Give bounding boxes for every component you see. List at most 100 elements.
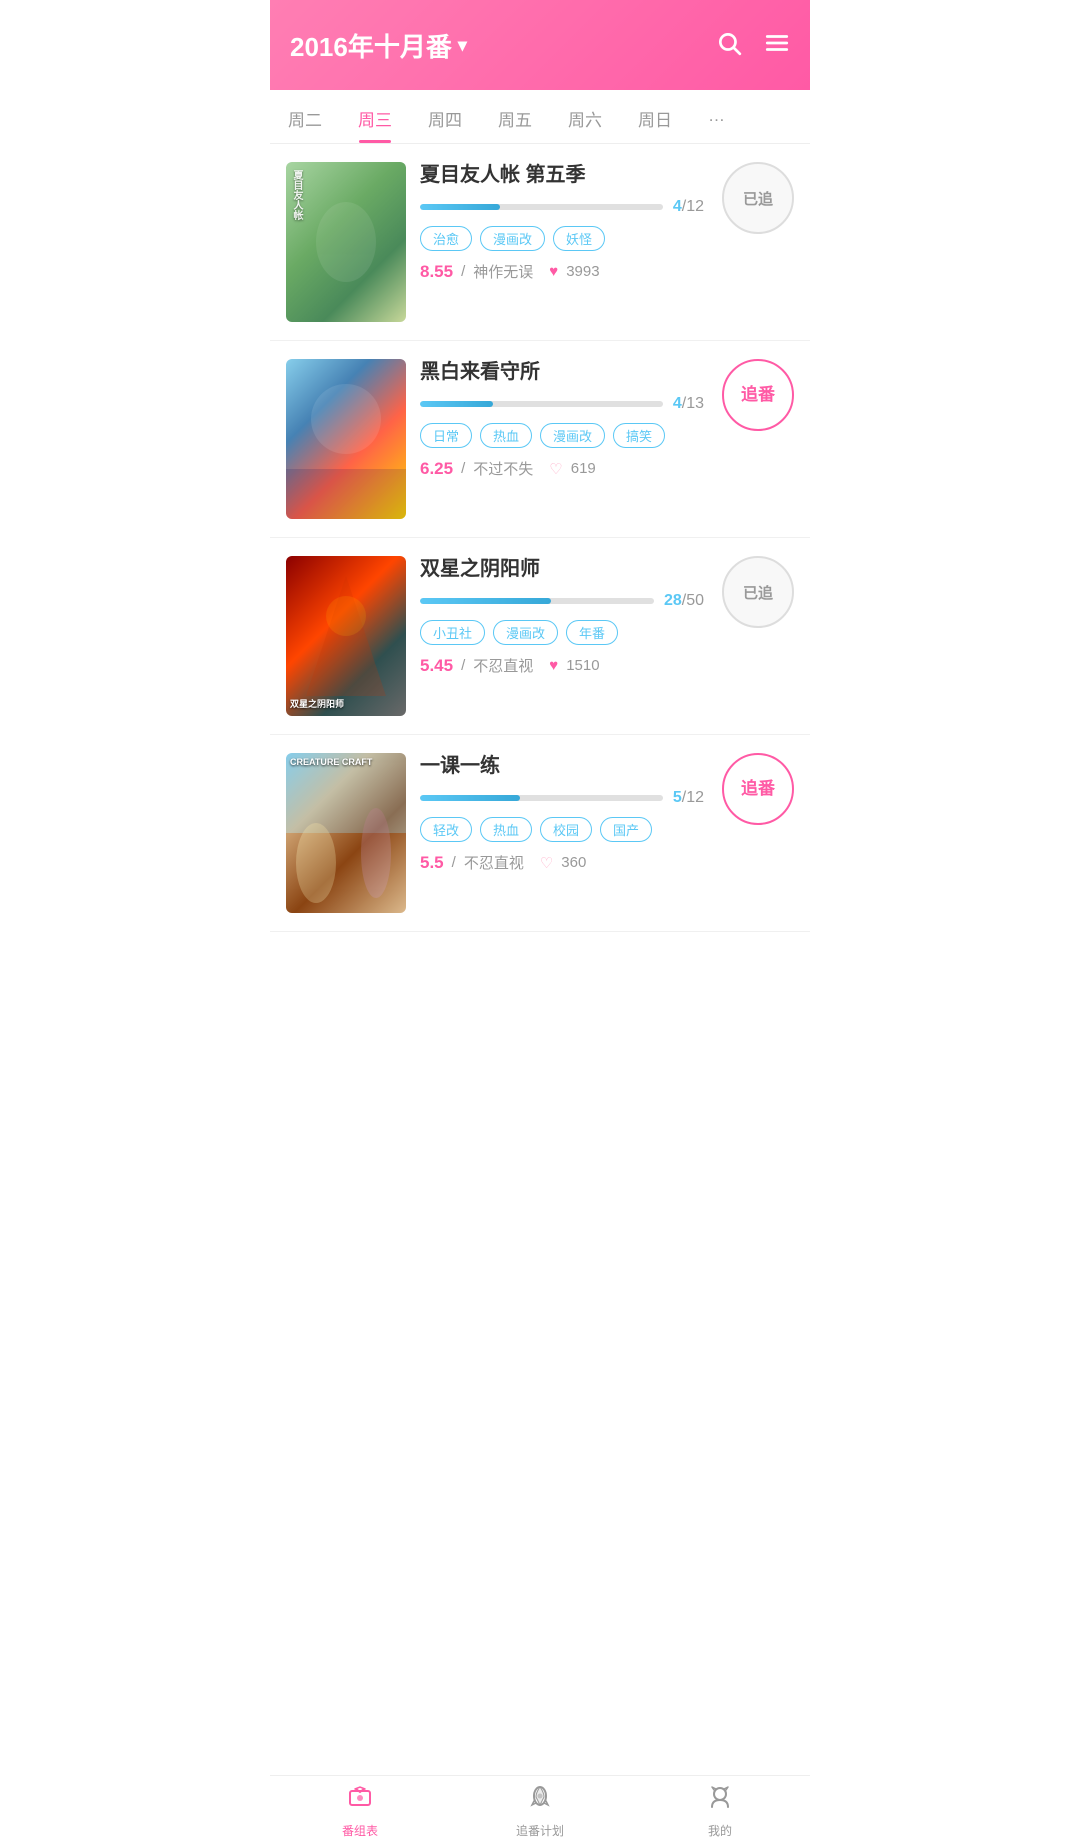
day-tabs: 周二 周三 周四 周五 周六 周日 … xyxy=(270,90,810,144)
progress-bar-fill-3 xyxy=(420,598,551,604)
rating-row-3: 5.45 / 不忍直视 ♥ 1510 xyxy=(420,655,704,676)
tag-1-1[interactable]: 治愈 xyxy=(420,226,472,251)
anime-action-1: 已追 xyxy=(722,162,794,234)
anime-info-2: 黑白来看守所 4/13 日常 热血 漫画改 搞笑 6.25 / 不过不失 ♡ xyxy=(420,359,704,479)
heart-icon-2: ♡ xyxy=(549,460,562,478)
progress-row-3: 28/50 xyxy=(420,592,704,610)
rating-score-2: 6.25 xyxy=(420,459,453,479)
score-label-4: 不忍直视 xyxy=(464,852,524,873)
menu-icon[interactable] xyxy=(764,30,790,61)
tag-1-3[interactable]: 妖怪 xyxy=(553,226,605,251)
rating-score-1: 8.55 xyxy=(420,262,453,282)
tab-tue[interactable]: 周二 xyxy=(270,90,340,143)
anime-action-4: 追番 xyxy=(722,753,794,825)
tag-4-4[interactable]: 国产 xyxy=(600,817,652,842)
cover-label-4: CREATURE CRAFT xyxy=(290,757,372,767)
tag-1-2[interactable]: 漫画改 xyxy=(480,226,545,251)
follow-button-4[interactable]: 追番 xyxy=(722,753,794,825)
anime-info-3: 双星之阴阳师 28/50 小丑社 漫画改 年番 5.45 / 不忍直视 ♥ 15… xyxy=(420,556,704,676)
table-row: 夏目友人帐 夏目友人帐 第五季 4/12 治愈 漫画改 妖怪 xyxy=(270,144,810,341)
follow-button-3[interactable]: 已追 xyxy=(722,556,794,628)
score-label-1: 神作无误 xyxy=(473,261,533,282)
nav-item-schedule[interactable]: 番组表 xyxy=(270,1776,450,1845)
score-label-3: 不忍直视 xyxy=(473,655,533,676)
anime-title-1: 夏目友人帐 第五季 xyxy=(420,162,704,188)
tag-3-2[interactable]: 漫画改 xyxy=(493,620,558,645)
anime-cover-3[interactable]: 双星之阴阳师 xyxy=(286,556,406,716)
anime-action-3: 已追 xyxy=(722,556,794,628)
progress-text-3: 28/50 xyxy=(664,592,704,610)
follow-button-2[interactable]: 追番 xyxy=(722,359,794,431)
table-row: CREATURE CRAFT 一课一练 5/12 轻改 热血 校园 国产 5.5… xyxy=(270,735,810,932)
like-count-2: 619 xyxy=(571,460,596,477)
tags-1: 治愈 漫画改 妖怪 xyxy=(420,226,704,251)
progress-bar-fill-1 xyxy=(420,204,500,210)
bottom-nav: 番组表 追番计划 我的 xyxy=(270,1775,810,1845)
table-row: 双星之阴阳师 双星之阴阳师 28/50 小丑社 漫画改 年番 5.45 / 不忍… xyxy=(270,538,810,735)
app-header: 2016年十月番 xyxy=(270,0,810,90)
anime-cover-2[interactable] xyxy=(286,359,406,519)
tag-2-1[interactable]: 日常 xyxy=(420,423,472,448)
nav-label-mine: 我的 xyxy=(708,1822,732,1839)
tags-4: 轻改 热血 校园 国产 xyxy=(420,817,704,842)
follow-button-1[interactable]: 已追 xyxy=(722,162,794,234)
progress-bar-bg-3 xyxy=(420,598,654,604)
tag-4-2[interactable]: 热血 xyxy=(480,817,532,842)
header-icons xyxy=(716,30,790,61)
tag-3-1[interactable]: 小丑社 xyxy=(420,620,485,645)
progress-row-2: 4/13 xyxy=(420,395,704,413)
tag-2-3[interactable]: 漫画改 xyxy=(540,423,605,448)
tab-wed[interactable]: 周三 xyxy=(340,90,410,143)
tv-icon xyxy=(346,1783,374,1818)
tab-thu[interactable]: 周四 xyxy=(410,90,480,143)
cover-label-3: 双星之阴阳师 xyxy=(290,699,344,710)
tag-2-2[interactable]: 热血 xyxy=(480,423,532,448)
user-icon xyxy=(706,1783,734,1818)
rating-row-1: 8.55 / 神作无误 ♥ 3993 xyxy=(420,261,704,282)
tag-4-3[interactable]: 校园 xyxy=(540,817,592,842)
anime-info-1: 夏目友人帐 第五季 4/12 治愈 漫画改 妖怪 8.55 / 神作无误 ♥ 3… xyxy=(420,162,704,282)
nav-item-plan[interactable]: 追番计划 xyxy=(450,1776,630,1845)
tab-sat[interactable]: 周六 xyxy=(550,90,620,143)
nav-label-plan: 追番计划 xyxy=(516,1822,564,1839)
tab-fri[interactable]: 周五 xyxy=(480,90,550,143)
anime-list: 夏目友人帐 夏目友人帐 第五季 4/12 治愈 漫画改 妖怪 xyxy=(270,144,810,932)
header-title[interactable]: 2016年十月番 xyxy=(290,27,467,64)
anime-cover-1[interactable]: 夏目友人帐 xyxy=(286,162,406,322)
tags-2: 日常 热血 漫画改 搞笑 xyxy=(420,423,704,448)
search-icon[interactable] xyxy=(716,30,742,61)
tag-4-1[interactable]: 轻改 xyxy=(420,817,472,842)
like-count-4: 360 xyxy=(561,854,586,871)
rating-score-4: 5.5 xyxy=(420,853,444,873)
rating-score-3: 5.45 xyxy=(420,656,453,676)
progress-bar-bg-4 xyxy=(420,795,663,801)
rating-row-4: 5.5 / 不忍直视 ♡ 360 xyxy=(420,852,704,873)
table-row: 黑白来看守所 4/13 日常 热血 漫画改 搞笑 6.25 / 不过不失 ♡ xyxy=(270,341,810,538)
nav-label-schedule: 番组表 xyxy=(342,1822,378,1839)
rocket-icon xyxy=(526,1783,554,1818)
progress-row-4: 5/12 xyxy=(420,789,704,807)
heart-icon-4: ♡ xyxy=(540,854,553,872)
progress-bar-bg-2 xyxy=(420,401,663,407)
tag-3-3[interactable]: 年番 xyxy=(566,620,618,645)
anime-title-4: 一课一练 xyxy=(420,753,704,779)
anime-title-2: 黑白来看守所 xyxy=(420,359,704,385)
tags-3: 小丑社 漫画改 年番 xyxy=(420,620,704,645)
rating-label-2: / xyxy=(461,460,465,477)
heart-icon-1: ♥ xyxy=(549,263,558,280)
score-label-2: 不过不失 xyxy=(473,458,533,479)
tab-sun[interactable]: 周日 xyxy=(620,90,690,143)
rating-label-4: / xyxy=(452,854,456,871)
progress-bar-fill-2 xyxy=(420,401,493,407)
rating-label-3: / xyxy=(461,657,465,674)
progress-text-4: 5/12 xyxy=(673,789,704,807)
rating-label-1: / xyxy=(461,263,465,280)
tag-2-4[interactable]: 搞笑 xyxy=(613,423,665,448)
tab-more[interactable]: … xyxy=(690,90,743,143)
anime-cover-4[interactable]: CREATURE CRAFT xyxy=(286,753,406,913)
progress-row-1: 4/12 xyxy=(420,198,704,216)
nav-item-mine[interactable]: 我的 xyxy=(630,1776,810,1845)
progress-text-1: 4/12 xyxy=(673,198,704,216)
progress-text-2: 4/13 xyxy=(673,395,704,413)
anime-action-2: 追番 xyxy=(722,359,794,431)
